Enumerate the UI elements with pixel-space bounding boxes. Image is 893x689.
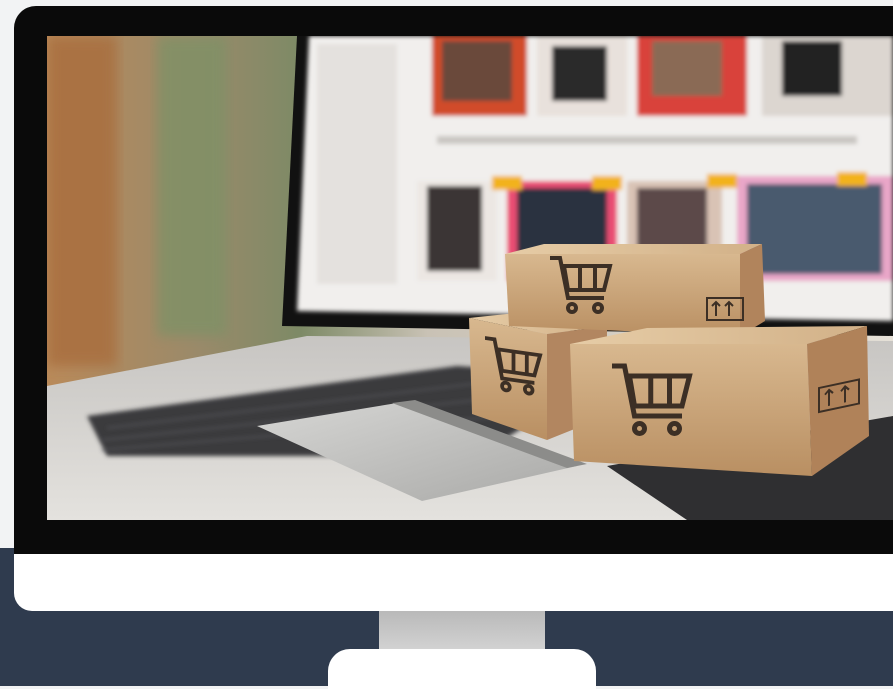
monitor-stand-neck <box>379 611 545 649</box>
monitor-chin <box>14 554 893 611</box>
monitor-stand-base <box>328 649 596 689</box>
parcel-box-top <box>505 244 765 336</box>
parcel-box-front <box>570 326 869 476</box>
shopping-photo <box>47 36 893 520</box>
monitor-screen <box>47 36 893 520</box>
